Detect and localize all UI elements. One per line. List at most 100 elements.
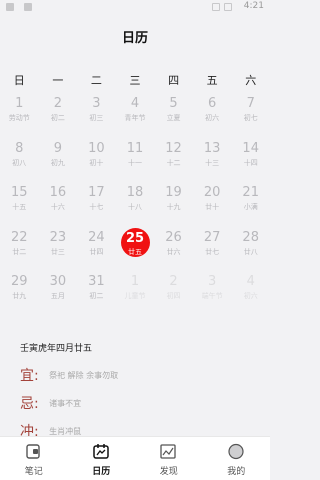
day-number: 14: [242, 140, 259, 156]
day-cell[interactable]: 3 端午节: [193, 270, 232, 314]
day-number: 19: [165, 185, 182, 200]
lunar-label: 廿八: [243, 247, 258, 256]
lunar-label: 廿十: [205, 203, 220, 211]
day-number: 29: [11, 274, 28, 289]
day-cell[interactable]: 6 初六: [193, 92, 232, 136]
day-cell[interactable]: 11 十一: [116, 137, 155, 181]
day-cell[interactable]: 12 十二: [154, 137, 193, 181]
lunar-label: 初二: [50, 114, 65, 122]
tab-profile[interactable]: 我的: [203, 437, 271, 480]
lunar-label: 立夏: [166, 114, 181, 122]
notification-icon: [6, 3, 14, 11]
weekday-label: 三: [129, 74, 141, 87]
lunar-label: 廿五: [127, 247, 142, 256]
day-number: 11: [126, 140, 144, 156]
day-cell[interactable]: 20 廿十: [193, 181, 232, 225]
day-number: 31: [88, 274, 105, 289]
tab-discover[interactable]: 发现: [135, 437, 203, 480]
day-number: 4: [130, 96, 140, 111]
lunar-label: 廿六: [166, 247, 181, 256]
tab-discover-label: 发现: [159, 467, 178, 477]
day-number: 16: [49, 185, 67, 200]
day-number: 27: [203, 229, 221, 245]
yi-text: 祭祀 解除 余事勿取: [49, 371, 119, 380]
lunar-label: 廿七: [205, 247, 220, 256]
day-number: 9: [53, 140, 62, 156]
day-cell[interactable]: 7 初七: [231, 92, 270, 136]
day-cell[interactable]: 2 初四: [154, 270, 193, 314]
day-cell[interactable]: 26 廿六: [154, 226, 193, 270]
tab-calendar-label: 日历: [92, 467, 111, 477]
day-cell[interactable]: 9 初九: [39, 137, 78, 181]
day-number: 6: [207, 96, 217, 111]
day-number: 17: [88, 185, 105, 200]
battery-icon: [224, 3, 232, 11]
lunar-label: 初八: [12, 158, 27, 167]
tab-calendar[interactable]: 日历: [68, 437, 136, 480]
day-number: 30: [49, 274, 67, 289]
lunar-label: 初六: [243, 292, 258, 300]
day-cell[interactable]: 3 初三: [77, 92, 116, 136]
day-cell[interactable]: 22 廿二: [0, 226, 39, 270]
day-cell[interactable]: 8 初八: [0, 137, 39, 181]
weekday-label: 二: [90, 74, 102, 87]
day-number: 25: [125, 230, 145, 246]
day-number: 8: [15, 140, 24, 156]
day-cell[interactable]: 10 初十: [77, 137, 116, 181]
day-number: 26: [165, 229, 182, 245]
day-number: 24: [88, 229, 105, 245]
lunar-label: 十一: [127, 158, 142, 167]
profile-icon: [227, 443, 244, 460]
day-cell[interactable]: 14 十四: [231, 137, 270, 181]
lunar-label: 青年节: [124, 114, 146, 122]
day-cell[interactable]: 29 廿九: [0, 270, 39, 314]
day-number: 28: [242, 229, 259, 245]
day-cell[interactable]: 30 五月: [39, 270, 78, 314]
day-cell[interactable]: 17 十七: [77, 181, 116, 225]
day-cell[interactable]: 31 初二: [77, 270, 116, 314]
day-cell[interactable]: 4 青年节: [116, 92, 155, 136]
day-cell[interactable]: 2 初二: [39, 92, 78, 136]
calendar-grid: 1 劳动节 2 初二 3 初三 4 青年节 5 立夏 6 初六 7 初七 8 初八 9 初九 10 初十 11 十一 12 十…: [0, 92, 270, 312]
day-number: 20: [203, 185, 221, 200]
lunar-label: 初七: [243, 114, 258, 122]
lunar-label: 十三: [205, 158, 220, 167]
bottom-tab-bar: 笔记 日历 发现 我的: [0, 436, 270, 480]
status-time: 4:21: [243, 1, 264, 11]
lunar-label: 十二: [166, 158, 181, 167]
weekday-label: 五: [206, 74, 218, 87]
lunar-label: 初二: [89, 292, 104, 300]
almanac-yi-row: 宜: 祭祀 解除 余事勿取: [20, 365, 119, 384]
day-number: 7: [246, 96, 255, 111]
day-cell[interactable]: 23 廿三: [39, 226, 78, 270]
day-number: 22: [11, 229, 28, 245]
lunar-label: 十四: [243, 158, 258, 167]
day-cell[interactable]: 16 十六: [39, 181, 78, 225]
tab-notes-label: 笔记: [24, 467, 43, 477]
day-cell[interactable]: 24 廿四: [77, 226, 116, 270]
day-cell[interactable]: 27 廿七: [193, 226, 232, 270]
day-cell[interactable]: 5 立夏: [154, 92, 193, 136]
day-number: 10: [88, 140, 105, 156]
day-cell[interactable]: 19 十九: [154, 181, 193, 225]
lunar-label: 端午节: [201, 292, 223, 300]
day-cell-selected[interactable]: 25 廿五: [116, 226, 155, 270]
day-cell[interactable]: 4 初六: [231, 270, 270, 314]
tab-notes[interactable]: 笔记: [0, 437, 68, 480]
day-cell[interactable]: 13 十三: [193, 137, 232, 181]
day-cell[interactable]: 15 十五: [0, 181, 39, 225]
day-cell[interactable]: 21 小满: [231, 181, 270, 225]
lunar-label: 廿二: [12, 247, 27, 256]
ji-text: 诸事不宜: [49, 399, 82, 408]
wifi-icon: [212, 3, 220, 11]
day-number: 2: [169, 274, 178, 289]
lunar-label: 廿四: [89, 247, 104, 256]
day-number: 15: [11, 185, 28, 200]
day-number: 18: [126, 185, 144, 200]
day-cell[interactable]: 1 儿童节: [116, 270, 155, 314]
day-cell[interactable]: 1 劳动节: [0, 92, 39, 136]
lunar-label: 十六: [50, 203, 65, 211]
day-cell[interactable]: 18 十八: [116, 181, 155, 225]
day-cell[interactable]: 28 廿八: [231, 226, 270, 270]
day-number: 23: [49, 229, 67, 245]
